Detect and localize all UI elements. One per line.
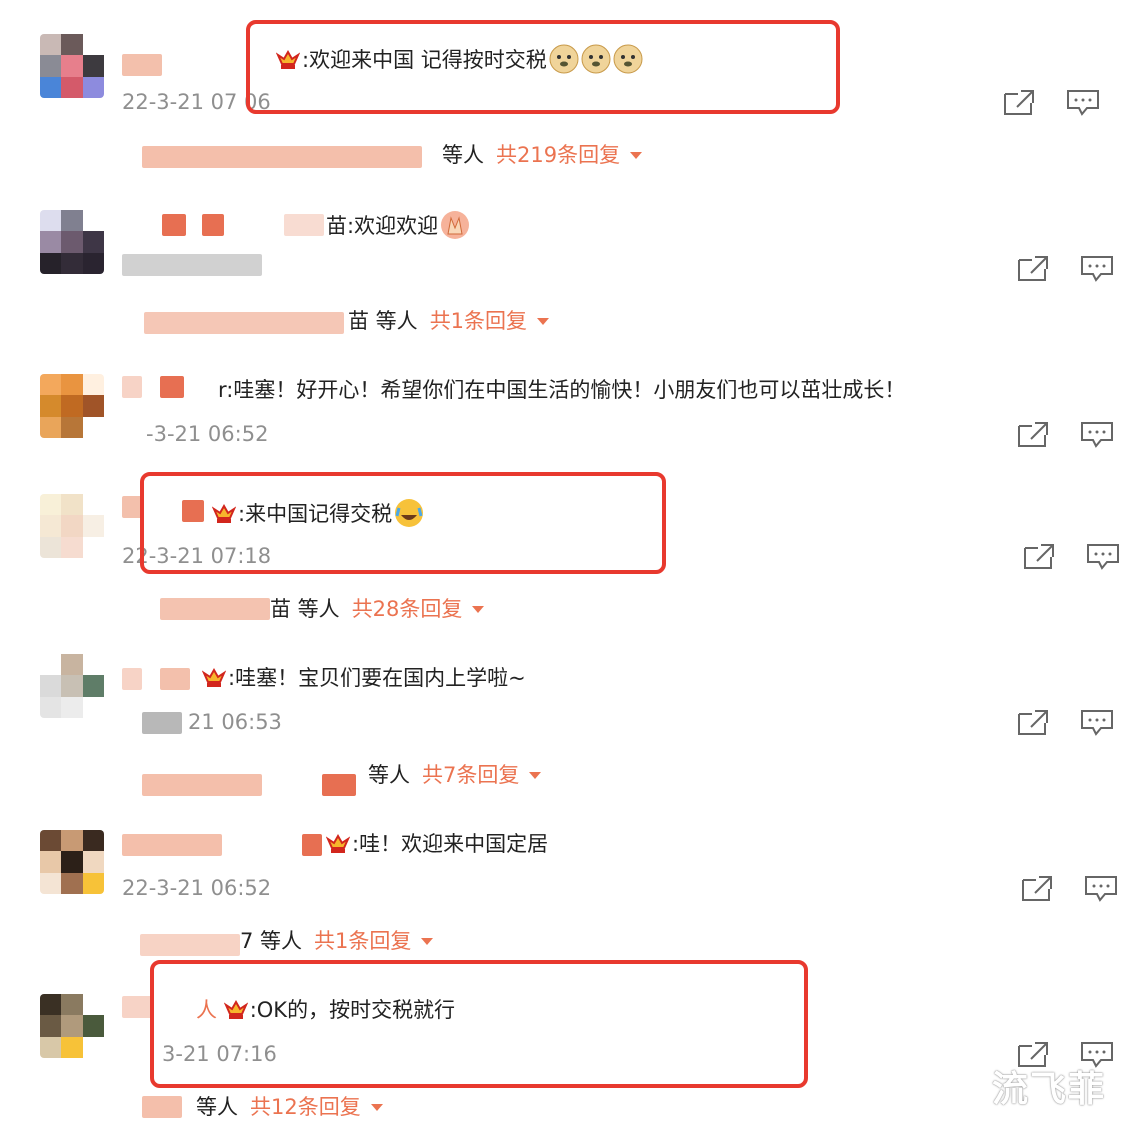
share-icon[interactable] bbox=[1022, 542, 1056, 570]
reply-summary[interactable]: 7 等人 共1条回复 bbox=[240, 926, 434, 956]
avatar[interactable] bbox=[40, 654, 104, 718]
highlight-box bbox=[140, 472, 666, 574]
comment-icon[interactable] bbox=[1080, 254, 1114, 282]
chevron-down-icon bbox=[630, 152, 643, 159]
share-icon[interactable] bbox=[1016, 254, 1050, 282]
replier-masked bbox=[144, 312, 344, 334]
highlight-box bbox=[246, 20, 840, 114]
comment-text: :哇塞！宝贝们要在国内上学啦~ bbox=[201, 664, 526, 692]
username-masked[interactable] bbox=[160, 668, 190, 690]
username-masked[interactable] bbox=[284, 214, 324, 236]
avatar[interactable] bbox=[40, 34, 104, 98]
avatar[interactable] bbox=[40, 210, 104, 274]
avatar[interactable] bbox=[40, 374, 104, 438]
highlight-box bbox=[150, 960, 808, 1088]
avatar[interactable] bbox=[40, 830, 104, 894]
replier-masked bbox=[142, 774, 262, 796]
time-masked bbox=[142, 712, 182, 734]
replier-masked bbox=[142, 1096, 182, 1118]
username-masked[interactable] bbox=[122, 996, 152, 1018]
avatar[interactable] bbox=[40, 994, 104, 1058]
crown-badge-icon bbox=[201, 667, 227, 689]
username-masked[interactable] bbox=[122, 668, 142, 690]
share-icon[interactable] bbox=[1016, 420, 1050, 448]
username-masked[interactable] bbox=[122, 54, 162, 76]
comment-icon[interactable] bbox=[1080, 420, 1114, 448]
comment-icon[interactable] bbox=[1086, 542, 1120, 570]
comment-icon[interactable] bbox=[1084, 874, 1118, 902]
username-masked[interactable] bbox=[122, 834, 222, 856]
share-icon[interactable] bbox=[1002, 88, 1036, 116]
comment-time: 21 06:53 bbox=[188, 710, 282, 734]
chevron-down-icon bbox=[370, 1104, 383, 1111]
reply-summary[interactable]: 苗 等人 共1条回复 bbox=[348, 306, 550, 336]
username-masked[interactable] bbox=[202, 214, 224, 236]
comment-time: -3-21 06:52 bbox=[146, 422, 269, 446]
replier-masked bbox=[140, 934, 240, 956]
chevron-down-icon bbox=[537, 318, 550, 325]
share-icon[interactable] bbox=[1020, 874, 1054, 902]
reply-summary[interactable]: 苗 等人 共28条回复 bbox=[270, 594, 485, 624]
crown-badge-icon bbox=[325, 833, 351, 855]
comment-icon[interactable] bbox=[1080, 708, 1114, 736]
reply-summary[interactable]: 等人 共12条回复 bbox=[196, 1092, 383, 1122]
username-masked[interactable] bbox=[162, 214, 186, 236]
avatar[interactable] bbox=[40, 494, 104, 558]
username-masked[interactable] bbox=[122, 376, 142, 398]
time-masked bbox=[122, 254, 262, 276]
username-masked[interactable] bbox=[160, 376, 184, 398]
comment-text: 苗:欢迎欢迎 bbox=[326, 210, 470, 240]
watermark: 流飞菲 bbox=[991, 1069, 1106, 1110]
username-masked[interactable] bbox=[302, 834, 322, 856]
clap-emoji bbox=[438, 211, 470, 239]
comment-text: :哇！欢迎来中国定居 bbox=[325, 830, 548, 858]
comment-text: r:哇塞！好开心！希望你们在中国生活的愉快！小朋友们也可以茁壮成长！ bbox=[218, 378, 906, 402]
share-icon[interactable] bbox=[1016, 708, 1050, 736]
reply-summary[interactable]: 等人 共219条回复 bbox=[442, 140, 643, 170]
chevron-down-icon bbox=[529, 772, 542, 779]
chevron-down-icon bbox=[472, 606, 485, 613]
replier-masked bbox=[322, 774, 356, 796]
replier-masked bbox=[142, 146, 422, 168]
comment-time: 22-3-21 06:52 bbox=[122, 876, 272, 900]
replier-masked bbox=[160, 598, 270, 620]
username-masked[interactable] bbox=[122, 496, 142, 518]
comment-icon[interactable] bbox=[1066, 88, 1100, 116]
reply-summary[interactable]: 等人 共7条回复 bbox=[368, 760, 542, 790]
chevron-down-icon bbox=[421, 938, 434, 945]
